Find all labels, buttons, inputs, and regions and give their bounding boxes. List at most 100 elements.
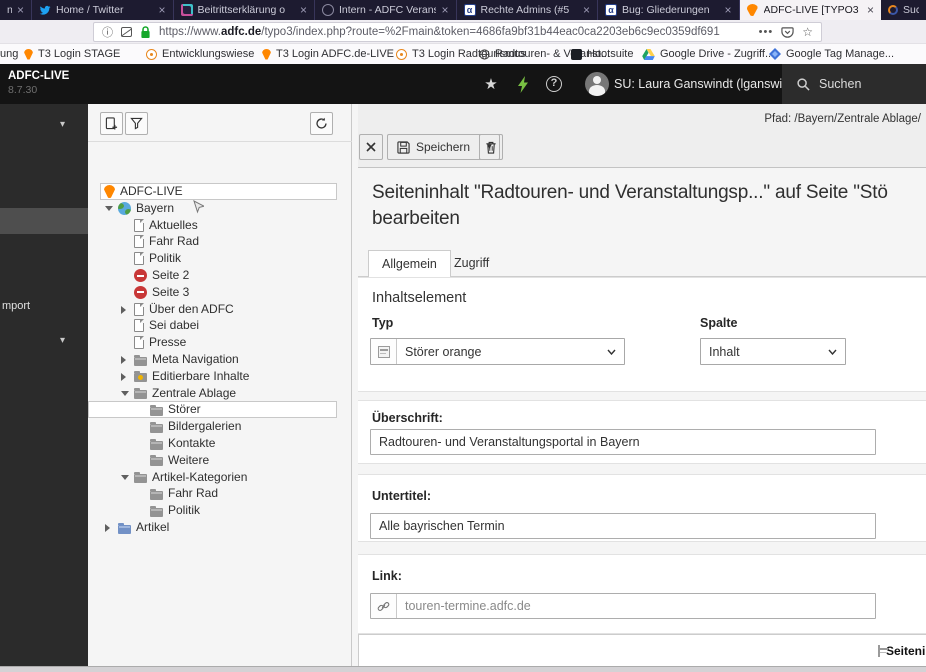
tree-node[interactable]: Politik [88, 250, 352, 267]
tab-close-icon[interactable]: × [724, 4, 731, 16]
collapse-icon[interactable] [121, 391, 129, 396]
module-item-label[interactable]: mport [2, 300, 30, 312]
tree-node-root[interactable]: ADFC-LIVE [88, 183, 352, 200]
tree-node[interactable]: Zentrale Ablage [88, 385, 352, 402]
refresh-button[interactable] [310, 112, 333, 135]
tree-node[interactable]: Bildergalerien [88, 418, 352, 435]
chevron-down-icon[interactable]: ▾ [60, 335, 65, 346]
tree-node[interactable]: Fahr Rad [88, 485, 352, 502]
twitter-icon [39, 4, 51, 16]
tree-node[interactable]: Fahr Rad [88, 233, 352, 250]
collapse-icon[interactable] [121, 475, 129, 480]
tree-node[interactable]: Editierbare Inhalte [88, 368, 352, 385]
save-button[interactable]: Speichern [388, 135, 479, 159]
tab-close-icon[interactable]: × [300, 4, 307, 16]
tab-allgemein[interactable]: Allgemein [368, 250, 451, 277]
folder-icon [150, 424, 163, 433]
tree-node[interactable]: Seite 3 [88, 284, 352, 301]
avatar[interactable] [584, 64, 610, 104]
tree-node[interactable]: Politik [88, 502, 352, 519]
page-actions-icon[interactable]: ••• [759, 26, 774, 38]
browser-tab-twitter[interactable]: Home / Twitter × [32, 0, 174, 20]
link-label: Link: [372, 569, 402, 583]
module-item-active[interactable] [0, 208, 88, 234]
globe-icon [479, 49, 490, 60]
record-footer: Seiteninhalt [358, 634, 926, 666]
browser-tab-partial[interactable]: n × [0, 0, 32, 20]
tab-close-icon[interactable]: × [867, 4, 874, 16]
expand-icon[interactable] [121, 356, 126, 364]
tree-node-selected[interactable]: Störer [88, 401, 352, 418]
help-icon[interactable]: ? [544, 64, 564, 104]
tree-node[interactable]: Weitere [88, 452, 352, 469]
untertitel-input[interactable] [370, 513, 876, 539]
tree-node[interactable]: Aktuelles [88, 217, 352, 234]
delete-button[interactable] [479, 134, 503, 160]
page-icon [134, 336, 144, 349]
logged-in-user[interactable]: SU: Laura Ganswindt (lganswindt) [614, 64, 804, 104]
clear-cache-bolt-icon[interactable] [514, 64, 532, 104]
bookmark-item[interactable]: Hootsuite [571, 44, 633, 64]
tree-node[interactable]: Artikel [88, 519, 352, 536]
expand-icon[interactable] [121, 306, 126, 314]
lock-icon[interactable] [140, 26, 151, 39]
ueberschrift-input[interactable] [370, 429, 876, 455]
docheader: Pfad: /Bayern/Zentrale Ablage/ Speichern… [358, 104, 926, 168]
tree-node[interactable]: Seite 2 [88, 267, 352, 284]
permissions-blocked-icon[interactable] [121, 27, 132, 37]
expand-icon[interactable] [121, 373, 126, 381]
tab-zugriff[interactable]: Zugriff [444, 250, 499, 276]
link-input[interactable] [397, 594, 875, 618]
bookmarks-star-icon[interactable]: ★ [481, 64, 501, 104]
bookmark-item[interactable]: Google Tag Manage... [769, 44, 894, 64]
browser-tab-beitritt[interactable]: Beitrittserklärung o × [174, 0, 316, 20]
browser-tab-suche[interactable]: Suche [881, 0, 926, 20]
spalte-select[interactable]: Inhalt [700, 338, 846, 365]
tree-node[interactable]: Sei dabei [88, 317, 352, 334]
bookmark-star-icon[interactable]: ☆ [802, 25, 813, 39]
browser-tab-rechte[interactable]: α Rechte Admins (#5 × [457, 0, 599, 20]
bookmark-item[interactable]: ung [0, 44, 18, 64]
tab-close-icon[interactable]: × [583, 4, 590, 16]
row-highlight [88, 401, 337, 418]
bookmark-item[interactable]: Google Drive - Zugriff... [642, 44, 774, 64]
topbar-search[interactable]: Suchen [782, 64, 926, 104]
typ-select[interactable]: Störer orange [370, 338, 625, 365]
expand-icon[interactable] [105, 524, 110, 532]
browser-tab-intern[interactable]: Intern - ADFC Veranstal × [315, 0, 457, 20]
chevron-down-icon[interactable]: ▾ [60, 119, 65, 130]
link-chain-icon[interactable] [371, 594, 397, 618]
new-page-button[interactable] [100, 112, 123, 135]
content-module: Pfad: /Bayern/Zentrale Ablage/ Speichern… [358, 104, 926, 666]
bookmark-item[interactable]: Entwicklungswiese [146, 44, 254, 64]
bookmark-item[interactable]: T3 Login ADFC.de-LIVE [262, 44, 394, 64]
filter-button[interactable] [125, 112, 148, 135]
browser-tabbar: n × Home / Twitter × Beitrittserklärung … [0, 0, 926, 20]
tab-close-icon[interactable]: × [158, 4, 165, 16]
google-drive-icon [642, 49, 655, 60]
tree-node[interactable]: Meta Navigation [88, 351, 352, 368]
close-button[interactable] [359, 134, 383, 160]
tree-node[interactable]: Presse [88, 334, 352, 351]
bookmark-item[interactable]: T3 Login STAGE [24, 44, 120, 64]
tab-close-icon[interactable]: × [17, 4, 24, 16]
url-field[interactable]: ⓘ https://www.adfc.de/typo3/index.php?ro… [93, 22, 822, 42]
collapse-icon[interactable] [105, 206, 113, 211]
tree-node[interactable]: Kontakte [88, 435, 352, 452]
folder-icon [150, 407, 163, 416]
record-type-label: Seiteninhalt [886, 644, 926, 658]
tab-close-icon[interactable]: × [441, 4, 448, 16]
tree-node[interactable]: Bayern [88, 200, 352, 217]
folder-icon [150, 491, 163, 500]
bookmarks-bar: ung T3 Login STAGE Entwicklungswiese T3 … [0, 44, 926, 64]
section-untertitel: Untertitel: [358, 474, 926, 542]
hootsuite-icon [571, 49, 582, 60]
horizontal-scrollbar[interactable] [0, 666, 926, 672]
page-info-icon[interactable]: ⓘ [102, 27, 113, 38]
browser-tab-bug[interactable]: α Bug: Gliederungen × [598, 0, 740, 20]
tree-node[interactable]: Über den ADFC [88, 301, 352, 318]
browser-tab-typo3-active[interactable]: ADFC-LIVE [TYPO3 × [740, 0, 882, 20]
tree-node[interactable]: Artikel-Kategorien [88, 469, 352, 486]
pocket-icon[interactable] [781, 26, 794, 39]
pagetree-panel: ADFC-LIVE Bayern Aktuelles Fahr Rad Poli… [88, 104, 352, 666]
